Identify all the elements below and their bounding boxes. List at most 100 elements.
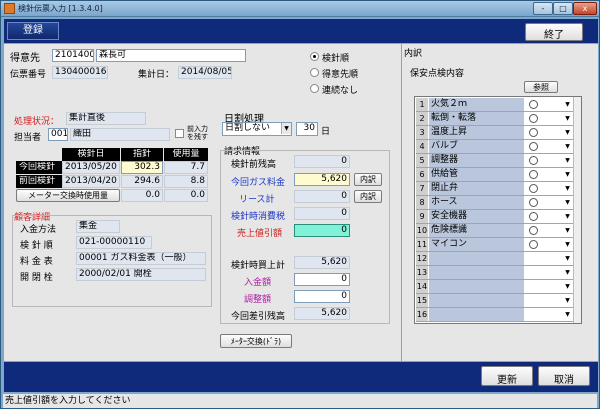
inspection-item[interactable]: 15 ▼ — [416, 294, 576, 308]
meter-change-button[interactable]: ﾒｰﾀｰ交換(ﾄﾞﾗ) — [220, 334, 292, 348]
chevron-down-icon[interactable]: ▼ — [563, 280, 572, 293]
inspection-item[interactable]: 16 ▼ — [416, 308, 576, 322]
payment-input[interactable]: 0 — [294, 273, 350, 286]
chevron-down-icon[interactable]: ▼ — [563, 252, 572, 265]
inspection-item-number: 2 — [416, 112, 428, 125]
history-reading-input[interactable]: 302.3 — [121, 161, 163, 174]
circle-mark-icon[interactable] — [529, 184, 538, 193]
inspection-item-name: ホース — [429, 196, 524, 209]
chevron-down-icon[interactable]: ▼ — [563, 294, 572, 307]
header-bar: 登録 — [4, 19, 598, 43]
discount-input[interactable]: 0 — [294, 224, 350, 237]
rate-table-value: 00001 ガス料金表（一般） — [76, 252, 206, 265]
circle-mark-icon[interactable] — [529, 170, 538, 179]
inspection-item-name: 調整器 — [429, 154, 524, 167]
circle-mark-icon[interactable] — [529, 198, 538, 207]
chevron-down-icon[interactable]: ▼ — [563, 140, 572, 153]
sort-radio-none[interactable] — [310, 84, 319, 93]
history-header-date: 検針日 — [62, 148, 120, 161]
circle-mark-icon[interactable] — [529, 240, 538, 249]
inspection-item-name — [429, 308, 524, 321]
balance-label: 今回差引残高 — [231, 312, 286, 322]
meter-order-value: 021-00000110 — [76, 236, 152, 249]
cancel-button[interactable]: 取消 — [538, 366, 590, 386]
inspection-item-number: 9 — [416, 210, 428, 223]
adjust-input[interactable]: 0 — [294, 290, 350, 303]
chevron-down-icon[interactable]: ▼ — [563, 238, 572, 251]
chevron-down-icon[interactable]: ▼ — [563, 168, 572, 181]
update-button[interactable]: 更新 — [481, 366, 533, 386]
inspection-item[interactable]: 5 調整器 ▼ — [416, 154, 576, 168]
register-button[interactable]: 登録 — [7, 22, 59, 40]
carry-over-checkbox[interactable] — [175, 129, 184, 138]
inspection-item-number: 5 — [416, 154, 428, 167]
inspection-item[interactable]: 12 ▼ — [416, 252, 576, 266]
chevron-down-icon[interactable]: ▼ — [563, 126, 572, 139]
chevron-down-icon[interactable]: ▼ — [563, 182, 572, 195]
payment-method-value: 集金 — [76, 220, 120, 233]
reference-button[interactable]: 参照 — [524, 81, 558, 93]
consumption-tax-label: 検針時消費税 — [231, 212, 286, 222]
chevron-down-icon[interactable]: ▼ — [563, 210, 572, 223]
inspection-item-name: 閉止弁 — [429, 182, 524, 195]
inspection-item[interactable]: 6 供給管 ▼ — [416, 168, 576, 182]
inspection-item[interactable]: 9 安全機器 ▼ — [416, 210, 576, 224]
inspection-item[interactable]: 2 転倒・転落 ▼ — [416, 112, 576, 126]
sort-label-meter: 検針順 — [322, 54, 350, 64]
sort-radio-meter[interactable] — [310, 52, 319, 61]
gas-fee-breakdown-button[interactable]: 内訳 — [354, 173, 382, 186]
sort-label-customer: 得意先順 — [322, 70, 359, 80]
chevron-down-icon[interactable]: ▼ — [563, 112, 572, 125]
staff-code-input[interactable]: 001 — [48, 128, 68, 141]
chevron-down-icon[interactable]: ▼ — [563, 308, 572, 321]
inspection-item[interactable]: 11 マイコン ▼ — [416, 238, 576, 252]
main-window: 検針伝票入力 [1.3.4.0] - □ x 登録 得意先 21014000 森… — [0, 0, 600, 409]
prorate-days-input[interactable]: 30 — [296, 122, 318, 136]
inspection-item-name: 供給管 — [429, 168, 524, 181]
circle-mark-icon[interactable] — [529, 100, 538, 109]
discount-label: 売上値引額 — [237, 229, 283, 239]
meter-change-usage-button[interactable]: メーター交換時使用量 — [16, 189, 120, 202]
minimize-button[interactable]: - — [533, 2, 553, 15]
payment-method-label: 入金方法 — [20, 225, 57, 235]
exit-button[interactable]: 終了 — [525, 23, 583, 41]
balance-value: 5,620 — [294, 307, 350, 320]
inspection-list: 1 火気２ｍ ▼ 2 転倒・転落 ▼ 3 温度上昇 ▼ 4 バルブ ▼ 5 調整器 ▼ 6 供給管 ▼ 7 閉止弁 ▼ 8… — [414, 96, 582, 324]
sort-radio-customer[interactable] — [310, 68, 319, 77]
inspection-item[interactable]: 4 バルブ ▼ — [416, 140, 576, 154]
prorate-days-unit: 日 — [321, 127, 331, 137]
chevron-down-icon[interactable]: ▼ — [563, 266, 572, 279]
chevron-down-icon: ▼ — [281, 123, 291, 134]
chevron-down-icon[interactable]: ▼ — [563, 98, 572, 111]
inspection-item[interactable]: 14 ▼ — [416, 280, 576, 294]
customer-code-input[interactable]: 21014000 — [52, 49, 94, 62]
close-button[interactable]: x — [573, 2, 597, 15]
inspection-item-number: 4 — [416, 140, 428, 153]
circle-mark-icon[interactable] — [529, 128, 538, 137]
meter-order-label: 検 針 順 — [20, 241, 53, 251]
inspection-scrollbar[interactable] — [573, 97, 581, 323]
inspection-item[interactable]: 3 温度上昇 ▼ — [416, 126, 576, 140]
history-date: 2013/04/20 — [62, 175, 120, 188]
chevron-down-icon[interactable]: ▼ — [563, 154, 572, 167]
chevron-down-icon[interactable]: ▼ — [563, 224, 572, 237]
circle-mark-icon[interactable] — [529, 212, 538, 221]
carry-over-label-2: を残す — [187, 133, 208, 141]
circle-mark-icon[interactable] — [529, 226, 538, 235]
agg-date-label: 集計日： — [138, 70, 175, 80]
circle-mark-icon[interactable] — [529, 142, 538, 151]
sort-label-none: 連続なし — [322, 86, 359, 96]
open-close-value: 2000/02/01 開栓 — [76, 268, 206, 281]
inspection-item[interactable]: 10 危険標識 ▼ — [416, 224, 576, 238]
circle-mark-icon[interactable] — [529, 156, 538, 165]
inspection-item[interactable]: 8 ホース ▼ — [416, 196, 576, 210]
inspection-item[interactable]: 1 火気２ｍ ▼ — [416, 98, 576, 112]
circle-mark-icon[interactable] — [529, 114, 538, 123]
chevron-down-icon[interactable]: ▼ — [563, 196, 572, 209]
customer-label: 得意先 — [10, 53, 40, 64]
inspection-item[interactable]: 13 ▼ — [416, 266, 576, 280]
maximize-button[interactable]: □ — [553, 2, 573, 15]
inspection-item[interactable]: 7 閉止弁 ▼ — [416, 182, 576, 196]
prorate-mode-select[interactable]: 日割しない ▼ — [222, 122, 292, 136]
lease-breakdown-button[interactable]: 内訳 — [354, 190, 382, 203]
